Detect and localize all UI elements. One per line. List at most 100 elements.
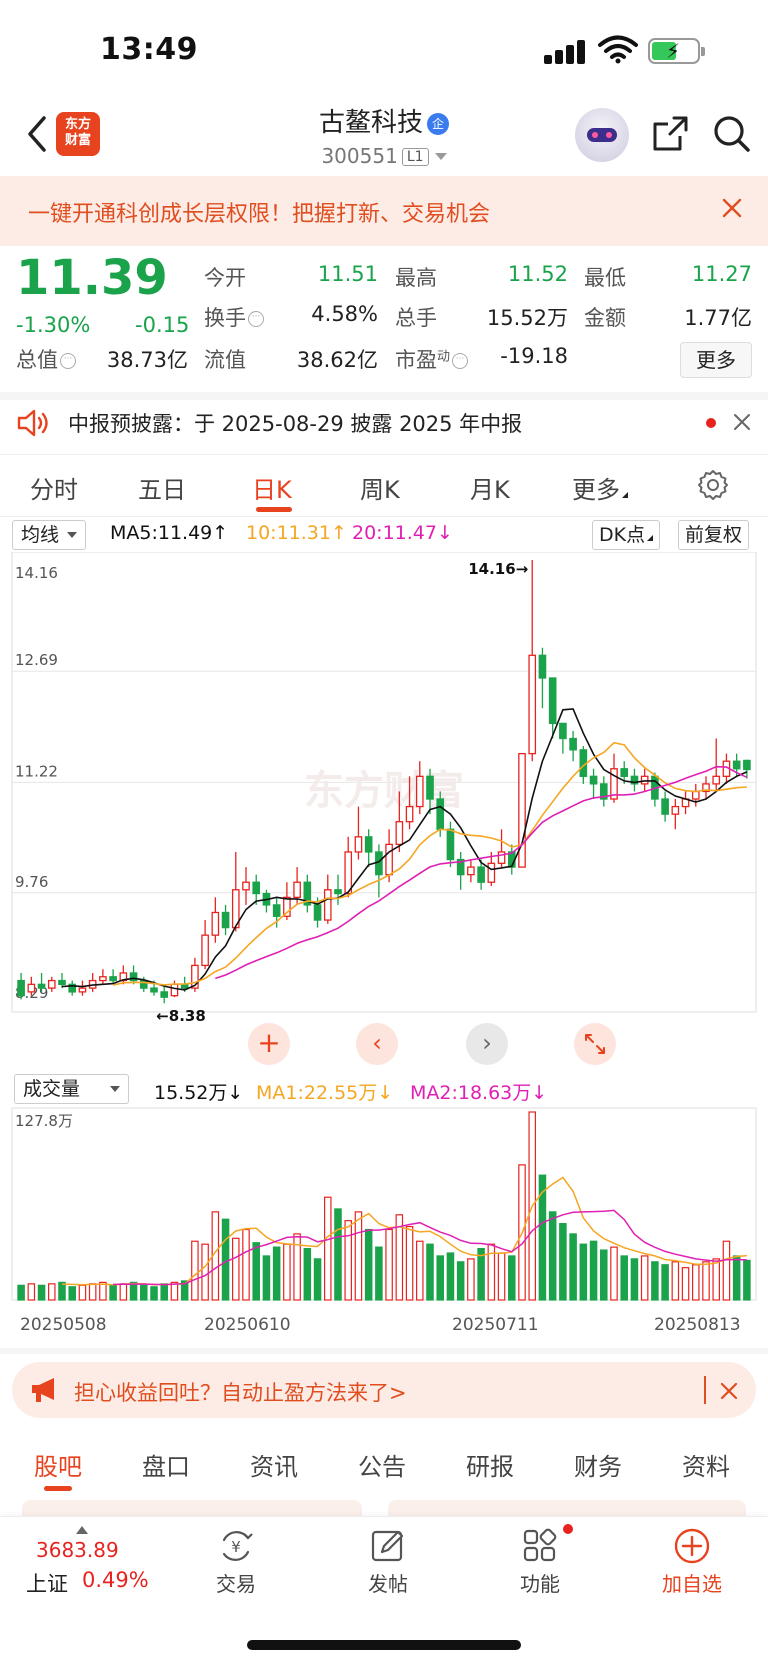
pe-label-group[interactable]: 市盈动 ··· [395,344,469,374]
y-tick-label: 12.69 [15,651,58,669]
index-change[interactable]: 0.49% [82,1568,149,1592]
volume-bar [99,1281,107,1301]
volume-bar [129,1281,138,1301]
tab-order-book[interactable]: 盘口 [142,1447,190,1482]
notice-text[interactable]: 中报预披露：于 2025-08-29 披露 2025 年中报 [68,408,522,438]
volume-bar [651,1261,659,1301]
volume-select[interactable]: 成交量 [14,1074,130,1104]
index-value[interactable]: 3683.89 [36,1538,119,1562]
close-icon[interactable] [720,1382,738,1400]
trade-icon[interactable]: ¥ [216,1526,256,1566]
content-card [388,1500,746,1516]
tab-forum[interactable]: 股吧 [34,1447,82,1482]
tab-research[interactable]: 研报 [466,1447,514,1482]
volume-bar [272,1246,281,1301]
candle [364,836,373,853]
trade-label[interactable]: 交易 [186,1568,286,1597]
search-icon[interactable] [712,114,752,154]
function-icon[interactable] [520,1526,560,1566]
tab-weekly-k[interactable]: 周K [360,470,400,505]
more-quote-button[interactable]: 更多 [680,342,752,378]
volume-bar [68,1286,76,1301]
market-cap-label-group[interactable]: 总值 ··· [16,344,76,374]
promo-text[interactable]: 一键开通科创成长层权限！把握打新、交易机会 [28,196,490,228]
volume-bar [405,1225,414,1301]
volume-bar [58,1281,66,1301]
next-button[interactable]: › [466,1023,508,1065]
tab-five-day[interactable]: 五日 [138,470,186,505]
volume-bar [508,1255,516,1301]
kline-chart[interactable]: 14.1612.6911.229.768.29东方财富14.16→←8.38 [0,552,768,1072]
tab-financials[interactable]: 财务 [574,1447,622,1482]
volume-chart[interactable]: 127.8万 20250508 20250610 20250711 20250813 [0,1104,768,1344]
low-label: 最低 [584,266,626,290]
active-tab-indicator [44,1486,72,1491]
tab-monthly-k[interactable]: 月K [470,470,510,505]
add-watchlist-label[interactable]: 加自选 [642,1568,742,1597]
market-cap-value: 38.73亿 [106,348,188,372]
speaker-icon [17,409,48,437]
expand-icon[interactable] [574,1023,616,1065]
share-icon[interactable] [650,114,690,154]
tab-news[interactable]: 资讯 [250,1447,298,1482]
pe-label: 市盈 [395,348,437,372]
post-label[interactable]: 发帖 [338,1568,438,1597]
volume-bar [232,1237,240,1301]
adjust-button[interactable]: 前复权 [678,520,750,550]
tab-announcements[interactable]: 公告 [358,1447,406,1482]
chevron-down-icon [434,153,447,160]
ad-text[interactable]: 担心收益回吐？自动止盈方法来了> [74,1377,407,1407]
volume-bar [375,1246,383,1301]
candle [589,775,598,785]
home-indicator [247,1640,521,1650]
candle [201,934,209,967]
volume-bar [456,1261,465,1301]
prev-button[interactable]: ‹ [356,1023,398,1065]
volume-bar [712,1258,720,1301]
ad-divider [704,1376,706,1404]
tab-profile[interactable]: 资料 [682,1447,730,1482]
close-icon[interactable] [720,196,744,220]
volume-bar [27,1283,36,1301]
volume-bar [630,1258,639,1301]
ma5-legend: MA5:11.49↑ [110,522,229,544]
function-label[interactable]: 功能 [490,1568,590,1597]
zoom-in-button[interactable]: + [248,1023,290,1065]
candle [99,976,107,982]
assistant-robot-icon[interactable] [575,108,629,162]
expand-up-icon[interactable] [76,1526,88,1534]
function-badge-dot [563,1524,573,1534]
y-tick-label: 11.22 [15,762,58,780]
tab-intraday[interactable]: 分时 [30,470,78,505]
volume-bar [467,1258,475,1301]
post-icon[interactable] [368,1526,408,1566]
candle [344,851,353,895]
volume-bar [640,1255,649,1301]
tab-more[interactable]: 更多 [572,470,628,505]
volume-value: 15.52万 [486,306,568,330]
amount-value: 1.77亿 [684,306,752,330]
turnover-label-group[interactable]: 换手 ··· [204,302,264,332]
volume-bar [569,1233,577,1301]
candle [415,775,424,808]
gear-icon[interactable] [696,468,730,502]
dk-point-button[interactable]: DK点 [592,520,661,550]
y-tick-label: 9.76 [15,873,48,891]
volume-bar [160,1283,168,1301]
candle [180,983,189,989]
candle [712,775,721,785]
volume-bar [426,1243,434,1301]
content-card [22,1500,362,1516]
candle [743,759,751,771]
volume-bar [743,1259,751,1301]
market-cap-label: 总值 [16,348,58,372]
tab-daily-k[interactable]: 日K [252,470,292,505]
volume-bar [88,1283,97,1301]
add-watchlist-icon[interactable] [672,1526,712,1566]
cellular-signal-icon [544,38,588,64]
volume-bar [671,1261,680,1301]
indicator-select[interactable]: 均线 [12,520,87,550]
index-name[interactable]: 上证 [26,1568,68,1598]
ma10-legend: 10:11.31↑ [246,522,347,544]
close-icon[interactable] [733,413,751,431]
